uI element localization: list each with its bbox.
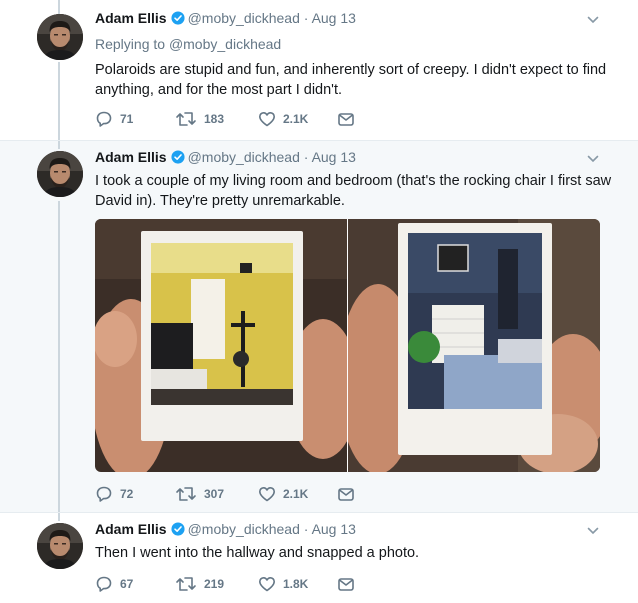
- separator-dot: ·: [303, 10, 309, 26]
- author-name[interactable]: Adam Ellis: [95, 149, 167, 165]
- retweet-count: 219: [204, 577, 225, 591]
- verified-icon: [171, 11, 185, 25]
- tweet-media: [95, 219, 600, 472]
- retweet-count: 307: [204, 487, 225, 501]
- tweet-actions: 67 219 1.8K: [95, 575, 375, 593]
- thread-line: [58, 141, 60, 149]
- reply-button[interactable]: 67: [95, 575, 133, 593]
- like-button[interactable]: 2.1K: [258, 110, 308, 128]
- reply-icon: [95, 575, 113, 593]
- retweet-icon: [175, 485, 197, 503]
- caret-down-icon[interactable]: [586, 13, 600, 27]
- replying-to: Replying to @moby_dickhead: [95, 36, 281, 52]
- direct-message-button[interactable]: [337, 110, 355, 128]
- like-icon: [258, 110, 276, 128]
- like-icon: [258, 575, 276, 593]
- caret-down-icon[interactable]: [586, 152, 600, 166]
- tweet-2[interactable]: Adam Ellis @moby_dickhead · Aug 13 I took…: [0, 140, 638, 513]
- reply-count: 72: [120, 487, 134, 501]
- tweet-1[interactable]: Adam Ellis @moby_dickhead · Aug 13 Replyi…: [0, 0, 638, 140]
- author-handle[interactable]: @moby_dickhead: [188, 521, 300, 537]
- retweet-button[interactable]: 219: [175, 575, 224, 593]
- author-name[interactable]: Adam Ellis: [95, 521, 167, 537]
- tweet-actions: 71 183 2.1K: [95, 110, 375, 128]
- tweet-header: Adam Ellis @moby_dickhead · Aug 13: [95, 521, 356, 541]
- verified-icon: [171, 150, 185, 164]
- thread-line: [58, 513, 60, 521]
- direct-message-icon: [337, 575, 355, 593]
- tweet-text: Polaroids are stupid and fun, and inhere…: [95, 62, 607, 98]
- avatar[interactable]: [37, 14, 83, 60]
- direct-message-icon: [337, 485, 355, 503]
- like-button[interactable]: 1.8K: [258, 575, 308, 593]
- photo-bedroom-polaroid[interactable]: [348, 219, 600, 472]
- replying-to-label: Replying to: [95, 36, 166, 52]
- like-count: 2.1K: [283, 487, 309, 501]
- retweet-icon: [175, 575, 197, 593]
- direct-message-icon: [337, 110, 355, 128]
- reply-button[interactable]: 71: [95, 110, 133, 128]
- reply-icon: [95, 485, 113, 503]
- separator-dot: ·: [303, 521, 309, 537]
- like-count: 2.1K: [283, 112, 309, 126]
- replying-to-handle[interactable]: @moby_dickhead: [169, 36, 281, 52]
- tweet-date[interactable]: Aug 13: [312, 521, 356, 537]
- caret-down-icon[interactable]: [586, 524, 600, 538]
- reply-count: 71: [120, 112, 134, 126]
- tweet-3[interactable]: Adam Ellis @moby_dickhead · Aug 13 Then I…: [0, 512, 638, 603]
- reply-count: 67: [120, 577, 134, 591]
- thread-line: [58, 62, 60, 140]
- tweet-actions: 72 307 2.1K: [95, 485, 375, 503]
- author-handle[interactable]: @moby_dickhead: [188, 10, 300, 26]
- separator-dot: ·: [303, 149, 309, 165]
- tweet-header: Adam Ellis @moby_dickhead · Aug 13: [95, 149, 356, 169]
- tweet-text: Then I went into the hallway and snapped…: [95, 545, 420, 561]
- direct-message-button[interactable]: [337, 575, 355, 593]
- reply-icon: [95, 110, 113, 128]
- retweet-icon: [175, 110, 197, 128]
- reply-button[interactable]: 72: [95, 485, 133, 503]
- thread-line: [58, 201, 60, 513]
- retweet-count: 183: [204, 112, 225, 126]
- verified-icon: [171, 522, 185, 536]
- author-name[interactable]: Adam Ellis: [95, 10, 167, 26]
- tweet-date[interactable]: Aug 13: [312, 10, 356, 26]
- like-icon: [258, 485, 276, 503]
- like-button[interactable]: 2.1K: [258, 485, 308, 503]
- author-handle[interactable]: @moby_dickhead: [188, 149, 300, 165]
- retweet-button[interactable]: 183: [175, 110, 224, 128]
- avatar[interactable]: [37, 523, 83, 569]
- avatar[interactable]: [37, 151, 83, 197]
- direct-message-button[interactable]: [337, 485, 355, 503]
- photo-living-room-polaroid[interactable]: [95, 219, 347, 472]
- tweet-header: Adam Ellis @moby_dickhead · Aug 13: [95, 10, 356, 30]
- tweet-date[interactable]: Aug 13: [312, 149, 356, 165]
- tweet-text: I took a couple of my living room and be…: [95, 173, 612, 209]
- retweet-button[interactable]: 307: [175, 485, 224, 503]
- like-count: 1.8K: [283, 577, 309, 591]
